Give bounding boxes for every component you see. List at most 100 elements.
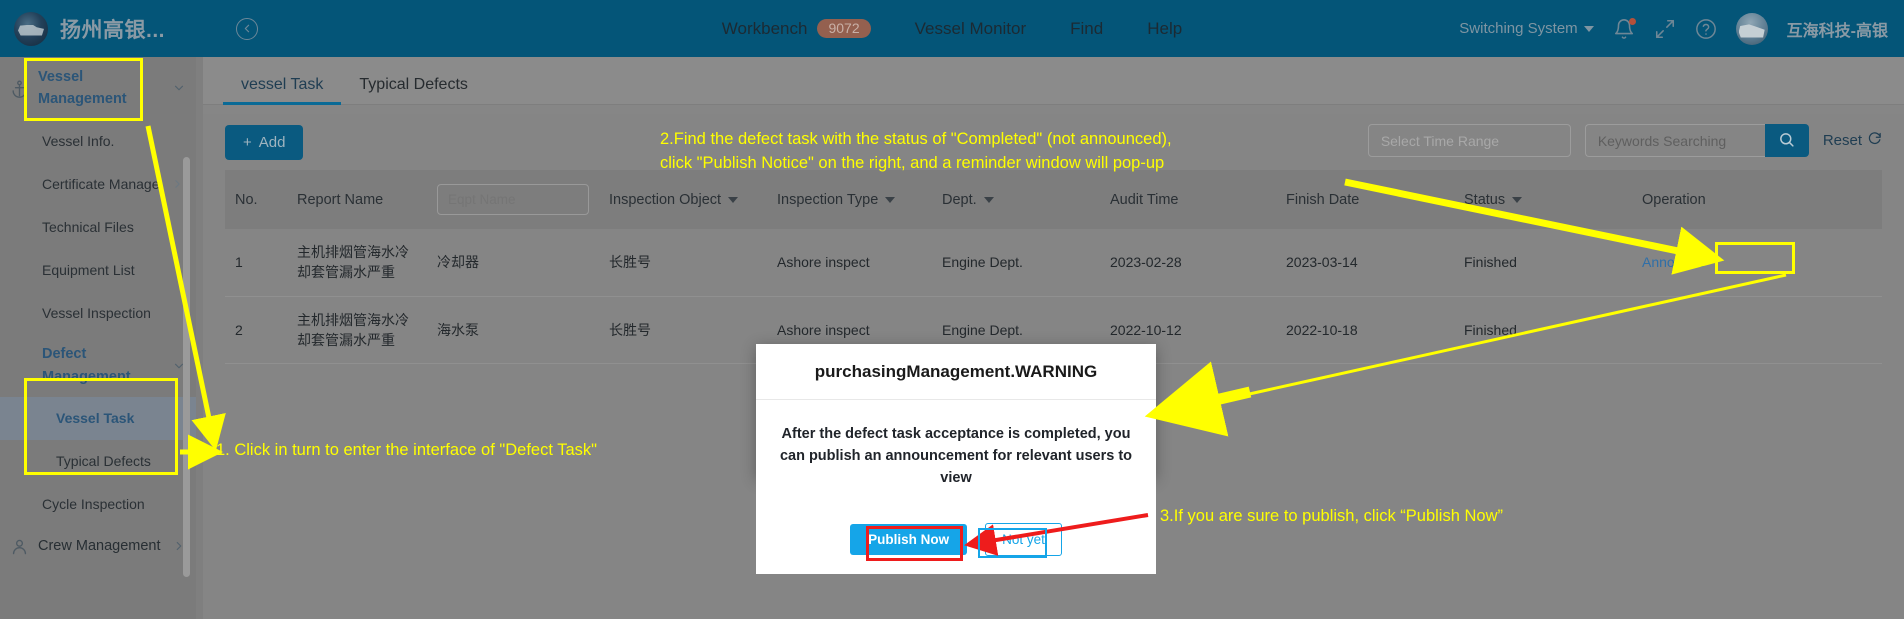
tab-vessel-task[interactable]: vessel Task — [223, 76, 342, 105]
cell-no: 2 — [225, 296, 287, 365]
sidebar-item-cycle-inspection[interactable]: Cycle Inspection — [0, 483, 196, 526]
cell-eqpt-name: 冷却器 — [427, 229, 599, 297]
sidebar-group-defect-management[interactable]: Defect Management — [0, 334, 196, 397]
sidebar-group-crew-management[interactable]: Crew Management — [0, 526, 196, 566]
announce-link[interactable]: Announce — [1642, 254, 1705, 270]
brand-name: 扬州高银... — [60, 18, 166, 42]
time-range-picker[interactable]: Select Time Range — [1367, 124, 1571, 157]
nav-item-help[interactable]: Help — [1147, 19, 1182, 39]
plus-icon: + — [243, 133, 252, 151]
time-range-placeholder: Select Time Range — [1380, 132, 1500, 149]
nav-item-workbench[interactable]: Workbench 9072 — [722, 19, 871, 39]
sidebar-item-label: Vessel Inspection — [42, 304, 151, 321]
table-row[interactable]: 1 主机排烟管海水冷却套管漏水严重 冷却器 长胜号 Ashore inspect… — [225, 229, 1882, 297]
sidebar-scrollbar[interactable] — [183, 157, 190, 577]
dialog-message: After the defect task acceptance is comp… — [779, 426, 1133, 486]
switching-system-dropdown[interactable]: Switching System — [1459, 20, 1594, 37]
sidebar-item-vessel-inspection[interactable]: Vessel Inspection — [0, 292, 196, 335]
cell-finish-date: 2023-03-14 — [1276, 229, 1454, 297]
toolbar: + Add Select Time Range Keywords Searchi… — [225, 114, 1882, 170]
sidebar-item-certificate-manage[interactable]: Certificate Manage — [0, 163, 196, 206]
cell-report-name: 主机排烟管海水冷却套管漏水严重 — [287, 296, 427, 365]
col-inspection-object[interactable]: Inspection Object — [599, 170, 767, 229]
col-eqpt-name — [427, 170, 599, 229]
sidebar-item-equipment-list[interactable]: Equipment List — [0, 249, 196, 292]
filter-caret-icon[interactable] — [1512, 196, 1523, 203]
not-yet-button[interactable]: Not yet — [985, 523, 1062, 556]
col-status[interactable]: Status — [1454, 170, 1632, 229]
publish-now-button[interactable]: Publish Now — [850, 524, 968, 555]
sidebar-item-label: Equipment List — [42, 261, 135, 278]
sidebar-item-typical-defects[interactable]: Typical Defects — [0, 440, 196, 483]
reset-label: Reset — [1822, 132, 1862, 149]
tab-typical-defects[interactable]: Typical Defects — [341, 76, 485, 104]
user-name: 互海科技-高银 — [1786, 22, 1888, 40]
sidebar-item-label: Technical Files — [42, 218, 134, 235]
sidebar-item-technical-files[interactable]: Technical Files — [0, 206, 196, 249]
toolbar-filters: Select Time Range Keywords Searching Res… — [1367, 124, 1882, 157]
col-label: Operation — [1642, 191, 1706, 208]
sidebar-item-label: Cycle Inspection — [42, 496, 145, 513]
col-label: Audit Time — [1110, 191, 1179, 208]
cell-no: 1 — [225, 229, 287, 297]
cell-dept: Engine Dept. — [932, 229, 1100, 297]
dialog-header: purchasingManagement.WARNING — [756, 344, 1156, 400]
nav-label-vessel-monitor: Vessel Monitor — [914, 18, 1027, 38]
col-report-name: Report Name — [287, 170, 427, 229]
switching-system-label: Switching System — [1459, 20, 1578, 37]
tab-label: vessel Task — [241, 76, 324, 93]
fullscreen-icon[interactable] — [1654, 18, 1676, 40]
search-input[interactable]: Keywords Searching — [1584, 124, 1765, 157]
col-finish-date: Finish Date — [1276, 170, 1454, 229]
add-button-label: Add — [258, 133, 286, 151]
col-label: Inspection Type — [777, 191, 879, 208]
search-placeholder: Keywords Searching — [1597, 132, 1727, 149]
help-icon[interactable] — [1695, 18, 1717, 40]
col-inspection-type[interactable]: Inspection Type — [767, 170, 932, 229]
sidebar-group-vessel-management[interactable]: Vessel Management — [0, 57, 196, 120]
anchor-icon — [10, 79, 29, 98]
brand[interactable]: 扬州高银... — [0, 11, 200, 46]
sidebar-item-vessel-info[interactable]: Vessel Info. — [0, 120, 196, 163]
cell-status: Finished — [1454, 229, 1632, 297]
header-actions: Switching System 互海科技-高银 — [1459, 0, 1888, 57]
avatar[interactable] — [1735, 12, 1768, 45]
filter-caret-icon[interactable] — [885, 196, 896, 203]
tab-bar: vessel Task Typical Defects — [203, 57, 1904, 105]
col-label: Status — [1464, 191, 1506, 208]
filter-caret-icon[interactable] — [983, 196, 994, 203]
col-dept[interactable]: Dept. — [932, 170, 1100, 229]
cell-operation — [1632, 296, 1882, 365]
app-root: 扬州高银... Workbench 9072 Vessel Monitor Fi… — [0, 0, 1904, 619]
bell-icon[interactable] — [1613, 17, 1636, 40]
col-label: Dept. — [942, 191, 977, 208]
refresh-icon — [1867, 131, 1882, 150]
workbench-badge: 9072 — [817, 19, 871, 38]
search-button[interactable] — [1764, 124, 1809, 157]
nav-label-help: Help — [1147, 18, 1183, 38]
col-operation: Operation — [1632, 170, 1882, 229]
sidebar-item-label: Vessel Task — [56, 410, 135, 427]
filter-caret-icon[interactable] — [728, 196, 739, 203]
nav-item-vessel-monitor[interactable]: Vessel Monitor — [915, 19, 1027, 39]
dialog-footer: Publish Now Not yet — [756, 505, 1156, 574]
brand-logo-icon — [14, 11, 48, 46]
sidebar-group-label-defect-management: Defect Management — [42, 346, 131, 385]
eqpt-name-input[interactable] — [437, 184, 589, 215]
search-group: Keywords Searching — [1584, 124, 1809, 157]
nav-label-find: Find — [1070, 18, 1104, 38]
collapse-left-icon[interactable] — [236, 17, 258, 40]
cell-finish-date: 2022-10-18 — [1276, 296, 1454, 365]
chevron-down-icon — [1583, 25, 1594, 32]
reset-button[interactable]: Reset — [1823, 131, 1882, 150]
sidebar-item-label: Vessel Info. — [42, 132, 115, 149]
sidebar-item-vessel-task[interactable]: Vessel Task — [0, 397, 196, 441]
cell-eqpt-name: 海水泵 — [427, 296, 599, 365]
col-label: Finish Date — [1286, 191, 1360, 208]
defect-task-table: No. Report Name Inspection Object Inspec… — [225, 170, 1882, 365]
nav-item-find[interactable]: Find — [1070, 19, 1103, 39]
col-label: No. — [235, 191, 258, 208]
col-no: No. — [225, 170, 287, 229]
add-button[interactable]: + Add — [225, 124, 304, 160]
table-header-row: No. Report Name Inspection Object Inspec… — [225, 170, 1882, 229]
